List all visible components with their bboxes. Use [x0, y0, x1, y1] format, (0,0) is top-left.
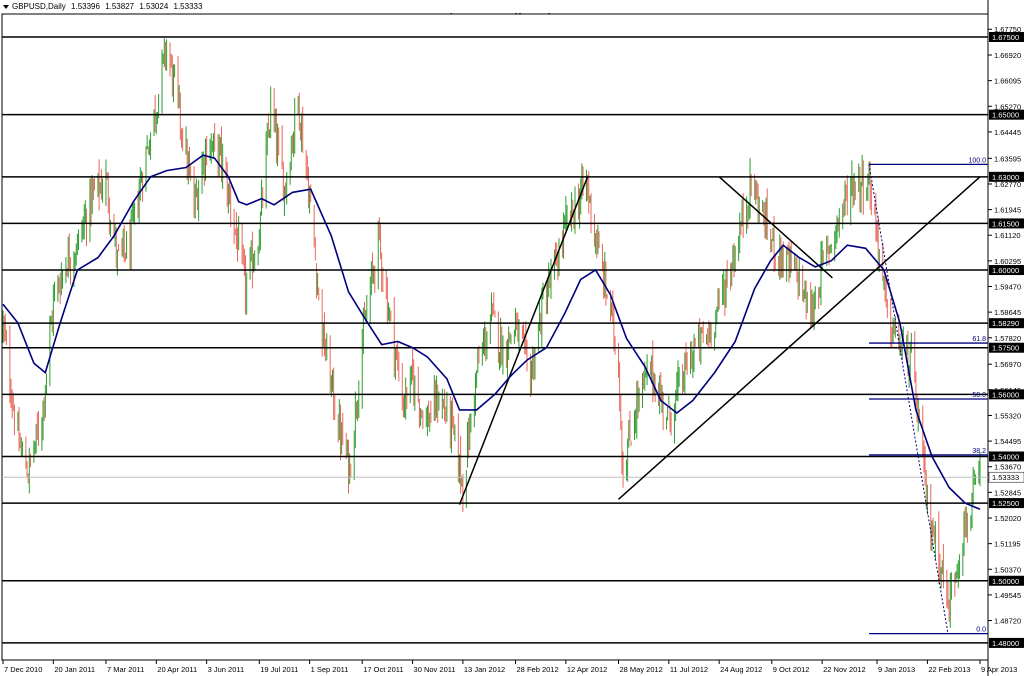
level-price-label: 1.50000	[992, 577, 1019, 586]
y-tick-label: 1.57820	[994, 334, 1021, 343]
y-tick-label: 1.54495	[994, 437, 1021, 446]
chart-window: GBPUSD,Daily 1.53396 1.53827 1.53024 1.5…	[0, 0, 1024, 676]
level-price-label: 1.67500	[992, 33, 1019, 42]
level-price-label: 1.65000	[992, 111, 1019, 120]
x-tick-label: 24 Aug 2012	[720, 665, 762, 674]
y-tick-label: 1.52845	[994, 488, 1021, 497]
x-tick-label: 19 Jul 2011	[260, 665, 298, 674]
y-tick-label: 1.52020	[994, 514, 1021, 523]
y-tick-label: 1.66095	[994, 77, 1021, 86]
y-tick-label: 1.58645	[994, 308, 1021, 317]
y-tick-label: 1.59470	[994, 283, 1021, 292]
x-tick-label: 20 Apr 2011	[157, 665, 197, 674]
x-tick-label: 1 Sep 2011	[311, 665, 349, 674]
y-tick-label: 1.64445	[994, 128, 1021, 137]
y-tick-label: 1.61120	[994, 231, 1021, 240]
x-tick-label: 30 Nov 2011	[414, 665, 456, 674]
y-tick-label: 1.56970	[994, 360, 1021, 369]
fibonacci-level-label: 0.0	[976, 627, 986, 634]
y-tick-label: 1.49545	[994, 591, 1021, 600]
x-tick-label: 3 Jun 2011	[208, 665, 245, 674]
level-price-label: 1.56000	[992, 390, 1019, 399]
x-tick-label: 9 Jan 2013	[878, 665, 915, 674]
level-price-label: 1.54000	[992, 452, 1019, 461]
y-tick-label: 1.66920	[994, 51, 1021, 60]
level-price-label: 1.48000	[992, 639, 1019, 648]
x-tick-label: 22 Nov 2012	[823, 665, 866, 674]
level-price-label: 1.61500	[992, 219, 1019, 228]
x-tick-label: 12 Apr 2012	[567, 665, 607, 674]
x-tick-label: 9 Apr 2013	[981, 665, 1017, 674]
fibonacci-level-label: 38.2	[972, 448, 986, 455]
y-tick-label: 1.63595	[994, 154, 1021, 163]
plot-area	[1, 13, 989, 661]
x-tick-label: 28 May 2012	[619, 665, 662, 674]
level-price-label: 1.63000	[992, 173, 1019, 182]
x-tick-label: 7 Dec 2010	[4, 665, 42, 674]
current-price-label: 1.53333	[992, 473, 1019, 482]
y-tick-label: 1.48720	[994, 617, 1021, 626]
y-tick-label: 1.51195	[994, 540, 1021, 549]
y-tick-label: 1.53670	[994, 463, 1021, 472]
x-tick-label: 11 Jul 2012	[670, 665, 708, 674]
level-price-label: 1.57500	[992, 344, 1019, 353]
price-chart[interactable]: 1.677501.669201.660951.652701.644451.635…	[0, 0, 1024, 676]
x-tick-label: 28 Feb 2012	[517, 665, 559, 674]
x-tick-label: 13 Jan 2012	[464, 665, 505, 674]
x-tick-label: 7 Mar 2011	[107, 665, 144, 674]
x-tick-label: 20 Jan 2011	[54, 665, 95, 674]
y-tick-label: 1.61945	[994, 206, 1021, 215]
level-price-label: 1.60000	[992, 266, 1019, 275]
x-tick-label: 17 Oct 2011	[363, 665, 403, 674]
level-price-label: 1.58290	[992, 319, 1019, 328]
x-tick-label: 22 Feb 2013	[928, 665, 970, 674]
x-tick-label: 9 Oct 2012	[773, 665, 810, 674]
fibonacci-level-label: 50.0	[972, 392, 986, 399]
y-tick-label: 1.55320	[994, 411, 1021, 420]
y-tick-label: 1.50370	[994, 565, 1021, 574]
level-price-label: 1.52500	[992, 499, 1019, 508]
x-axis-ticks: 7 Dec 2010 20 Jan 2011 7 Mar 2011 20 Apr 20…	[2, 660, 1017, 674]
y-tick-label: 1.60295	[994, 257, 1021, 266]
fibonacci-level-label: 61.8	[972, 336, 986, 343]
fibonacci-level-label: 100.0	[968, 157, 986, 164]
